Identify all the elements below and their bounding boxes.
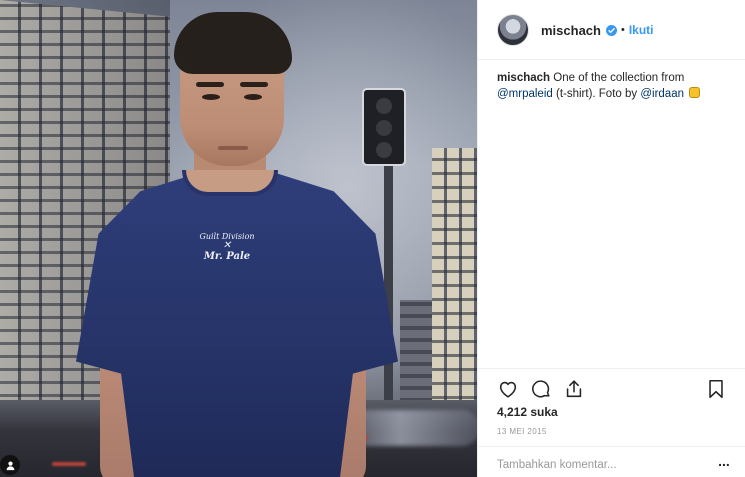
caption-username[interactable]: mischach <box>497 72 550 84</box>
divider <box>478 368 745 369</box>
divider <box>478 59 745 60</box>
mention-link[interactable]: @mrpaleid <box>497 88 553 100</box>
share-icon <box>566 380 582 398</box>
eyebrow <box>240 82 268 87</box>
post-caption: mischach One of the collection from @mrp… <box>497 70 732 102</box>
mouth <box>218 146 248 150</box>
post-actions <box>497 378 727 400</box>
shirt-collar <box>182 170 278 196</box>
post-date[interactable]: 13 MEI 2015 <box>497 427 547 436</box>
comment-bubble-icon <box>532 380 550 398</box>
user-tag-icon[interactable] <box>0 455 20 475</box>
instagram-post: Guilt Division ✕ Mr. Pale mischach • Iku… <box>0 0 745 477</box>
share-button[interactable] <box>563 378 585 400</box>
post-header: mischach • Ikuti <box>497 12 727 48</box>
separator-dot: • <box>620 24 625 36</box>
hair <box>174 12 292 74</box>
like-button[interactable] <box>497 378 519 400</box>
bookmark-icon <box>709 379 723 399</box>
avatar[interactable] <box>497 14 529 46</box>
building-middle <box>400 300 434 410</box>
eyebrow <box>196 82 224 87</box>
eye <box>244 94 262 100</box>
mention-link[interactable]: @irdaan <box>640 88 684 100</box>
comment-input[interactable] <box>497 457 697 473</box>
fist-emoji-icon <box>689 87 701 98</box>
like-count[interactable]: 4,212 suka <box>497 405 558 419</box>
follow-button[interactable]: Ikuti <box>629 23 654 37</box>
shirt-print: Guilt Division ✕ Mr. Pale <box>192 232 262 262</box>
comment-button[interactable] <box>530 378 552 400</box>
heart-icon <box>499 381 517 398</box>
divider <box>478 446 745 447</box>
username-link[interactable]: mischach <box>541 23 601 38</box>
caption-text: One of the collection from <box>553 72 685 84</box>
post-side-panel: mischach • Ikuti mischach One of the col… <box>477 0 745 477</box>
verified-badge-icon <box>605 24 617 36</box>
caption-text: (t-shirt). Foto by <box>555 88 638 100</box>
post-photo[interactable]: Guilt Division ✕ Mr. Pale <box>0 0 477 477</box>
more-options-button[interactable]: ... <box>714 454 734 472</box>
shirt-print-cross: ✕ <box>222 240 232 251</box>
shirt-print-bottom: Mr. Pale <box>203 251 251 262</box>
eye <box>202 94 220 100</box>
building-right <box>432 148 477 410</box>
save-button[interactable] <box>705 378 727 400</box>
